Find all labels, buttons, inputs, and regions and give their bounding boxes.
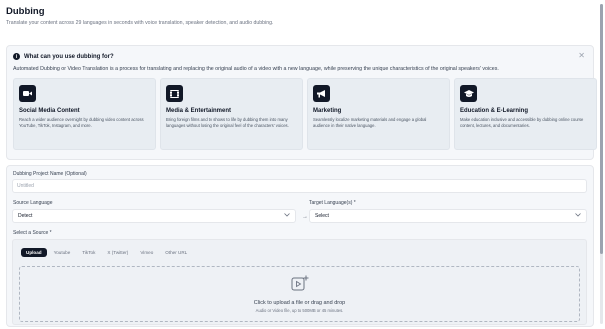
target-language-select[interactable]: Select bbox=[309, 209, 587, 223]
tab-vimeo[interactable]: Vimeo bbox=[135, 248, 158, 257]
select-source-label: Select a Source * bbox=[13, 230, 52, 236]
source-language-value: Detect bbox=[18, 213, 33, 219]
page-header: Dubbing Translate your content across 29… bbox=[6, 6, 273, 26]
use-card-text: Reach a wider audience overnight by dubb… bbox=[19, 117, 144, 129]
use-card-social-media: Social Media Content Reach a wider audie… bbox=[13, 78, 156, 150]
info-description: Automated Dubbing or Video Translation i… bbox=[13, 66, 499, 72]
source-language-select[interactable]: Detect bbox=[12, 209, 296, 223]
tab-youtube[interactable]: Youtube bbox=[49, 248, 76, 257]
page-subtitle: Translate your content across 29 languag… bbox=[6, 20, 274, 26]
use-card-text: Seamlessly localize marketing materials … bbox=[313, 117, 427, 129]
graduation-cap-icon bbox=[460, 85, 477, 102]
project-name-label: Dubbing Project Name (Optional) bbox=[13, 171, 87, 177]
dropzone-title: Click to upload a file or drag and drop bbox=[253, 300, 346, 306]
use-card-media-entertainment: Media & Entertainment Bring foreign film… bbox=[160, 78, 303, 150]
dropzone-subtitle: Audio or Video file, up to 500MB or 45 m… bbox=[255, 308, 344, 313]
tab-upload[interactable]: Upload bbox=[21, 248, 47, 257]
chevron-down-icon bbox=[575, 213, 581, 219]
page-title: Dubbing bbox=[6, 6, 45, 17]
use-card-education: Education & E-Learning Make education in… bbox=[454, 78, 597, 150]
source-panel: Upload Youtube TikTok X (Twitter) Vimeo … bbox=[12, 239, 587, 325]
use-card-title: Marketing bbox=[313, 108, 342, 114]
use-card-text: Make education inclusive and accessible … bbox=[460, 117, 584, 129]
info-icon: i bbox=[13, 53, 20, 60]
source-tabs: Upload Youtube TikTok X (Twitter) Vimeo … bbox=[21, 248, 192, 257]
tab-tiktok[interactable]: TikTok bbox=[77, 248, 100, 257]
upload-video-icon bbox=[291, 275, 309, 296]
use-card-title: Social Media Content bbox=[19, 108, 80, 114]
video-camera-icon bbox=[19, 85, 36, 102]
project-name-input[interactable]: Untitled bbox=[12, 179, 587, 193]
target-language-value: Select bbox=[315, 213, 329, 219]
close-icon[interactable]: ✕ bbox=[578, 52, 585, 60]
source-language-label: Source Language bbox=[13, 200, 53, 206]
tab-other-url[interactable]: Other URL bbox=[160, 248, 192, 257]
chevron-down-icon bbox=[284, 213, 290, 219]
film-icon bbox=[166, 85, 183, 102]
target-language-label: Target Language(s) * bbox=[309, 200, 356, 206]
dubbing-info-card: i What can you use dubbing for? ✕ Automa… bbox=[6, 45, 597, 160]
info-title: What can you use dubbing for? bbox=[24, 53, 114, 60]
use-card-title: Education & E-Learning bbox=[460, 108, 529, 114]
use-card-text: Bring foreign films and tv shows to life… bbox=[166, 117, 289, 129]
scrollbar-thumb[interactable] bbox=[600, 4, 603, 254]
use-case-cards: Social Media Content Reach a wider audie… bbox=[13, 78, 597, 150]
dubbing-form: Dubbing Project Name (Optional) Untitled… bbox=[6, 165, 594, 327]
megaphone-icon bbox=[313, 85, 330, 102]
tab-x-twitter[interactable]: X (Twitter) bbox=[102, 248, 133, 257]
use-card-title: Media & Entertainment bbox=[166, 108, 232, 114]
arrow-right-icon: → bbox=[302, 214, 308, 220]
file-dropzone[interactable]: Click to upload a file or drag and drop … bbox=[19, 266, 580, 322]
use-card-marketing: Marketing Seamlessly localize marketing … bbox=[307, 78, 450, 150]
info-header: i What can you use dubbing for? bbox=[13, 53, 114, 60]
